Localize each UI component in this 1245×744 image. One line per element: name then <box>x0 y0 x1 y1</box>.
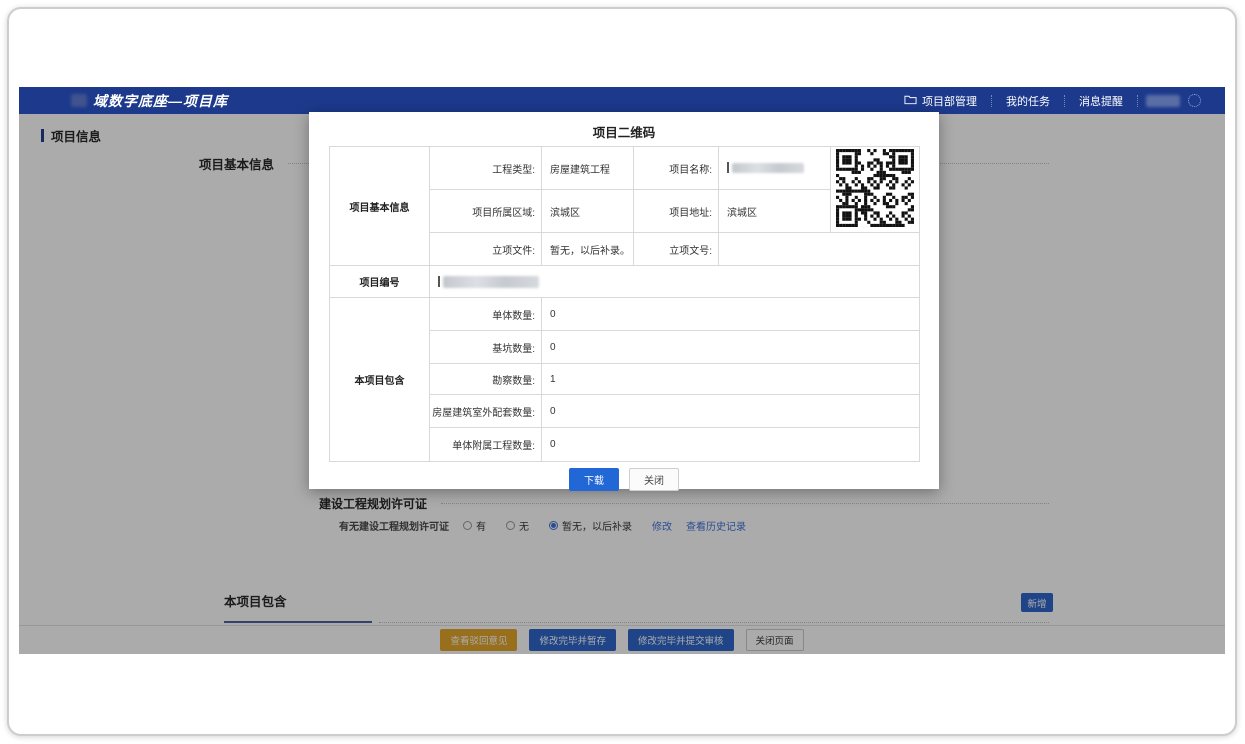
field-label: 单体数量: <box>430 298 542 331</box>
username-redacted[interactable] <box>1146 95 1180 107</box>
app-title: 域数字底座—项目库 <box>93 91 228 111</box>
nav-project-dept-label: 项目部管理 <box>922 93 977 109</box>
folder-icon <box>904 94 917 108</box>
group-project-no: 项目编号 <box>330 266 430 298</box>
field-value: 暂无，以后补录。 <box>542 233 634 266</box>
field-value: 0 <box>542 428 920 462</box>
modal-buttons: 下载 关闭 <box>309 468 939 491</box>
field-value: 0 <box>542 331 920 364</box>
avatar-icon[interactable] <box>1188 94 1201 107</box>
close-button[interactable]: 关闭 <box>629 468 679 491</box>
field-value: 0 <box>542 298 920 331</box>
qr-code <box>836 149 914 227</box>
project-no-value <box>430 266 920 298</box>
field-label: 立项文号: <box>634 233 719 266</box>
field-label: 单体附属工程数量: <box>430 428 542 462</box>
app-window: 域数字底座—项目库 项目部管理 我的任务 消息提醒 <box>7 7 1237 736</box>
nav-project-dept[interactable]: 项目部管理 <box>890 93 991 109</box>
table-row: 项目编号 <box>330 266 920 298</box>
nav-messages-label: 消息提醒 <box>1079 93 1123 109</box>
qr-code-modal: 项目二维码 项目基本信息 工程类型: 房屋建筑工程 项目名称: 项目所属区域: … <box>309 112 939 489</box>
field-label: 项目地址: <box>634 190 719 233</box>
field-label: 项目所属区域: <box>430 190 542 233</box>
qr-info-table: 项目基本信息 工程类型: 房屋建筑工程 项目名称: 项目所属区域: 滨城区 项目… <box>329 146 920 462</box>
field-value: 0 <box>542 395 920 428</box>
field-value: 房屋建筑工程 <box>542 147 634 190</box>
group-contains: 本项目包含 <box>330 298 430 462</box>
project-name-value <box>719 147 831 190</box>
nav-my-tasks-label: 我的任务 <box>1006 93 1050 109</box>
field-label: 项目名称: <box>634 147 719 190</box>
field-value <box>719 233 920 266</box>
top-nav: 项目部管理 我的任务 消息提醒 <box>890 93 1207 109</box>
modal-title: 项目二维码 <box>309 122 939 141</box>
group-basic-info: 项目基本信息 <box>330 147 430 266</box>
field-value: 滨城区 <box>719 190 831 233</box>
redacted-project-no <box>443 276 539 288</box>
field-label: 工程类型: <box>430 147 542 190</box>
top-header: 域数字底座—项目库 项目部管理 我的任务 消息提醒 <box>19 87 1225 114</box>
qr-code-cell <box>831 147 920 233</box>
field-value: 1 <box>542 364 920 395</box>
redacted-project-name <box>732 163 804 173</box>
nav-divider <box>1137 95 1138 107</box>
field-value: 滨城区 <box>542 190 634 233</box>
field-label: 基坑数量: <box>430 331 542 364</box>
brand-logo-redacted <box>71 94 87 107</box>
brand: 域数字底座—项目库 <box>71 91 228 111</box>
nav-messages[interactable]: 消息提醒 <box>1065 93 1137 109</box>
nav-my-tasks[interactable]: 我的任务 <box>992 93 1064 109</box>
field-label: 立项文件: <box>430 233 542 266</box>
field-label: 房屋建筑室外配套数量: <box>430 395 542 428</box>
field-label: 勘察数量: <box>430 364 542 395</box>
table-row: 本项目包含 单体数量: 0 <box>330 298 920 331</box>
table-row: 项目基本信息 工程类型: 房屋建筑工程 项目名称: <box>330 147 920 190</box>
download-button[interactable]: 下载 <box>569 468 619 491</box>
